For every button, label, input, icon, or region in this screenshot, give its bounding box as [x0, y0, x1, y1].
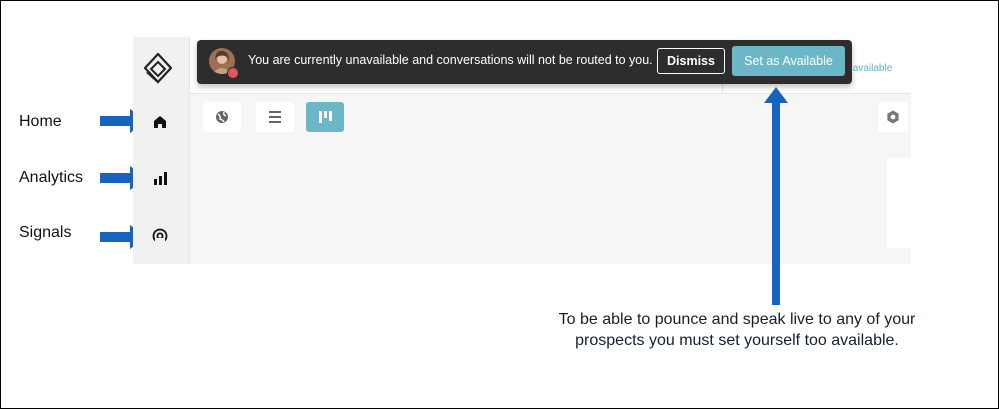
set-as-available-button[interactable]: Set as Available	[732, 46, 845, 76]
app-logo-icon[interactable]	[144, 53, 172, 85]
globe-view-button[interactable]	[203, 102, 241, 132]
list-view-button[interactable]	[256, 102, 294, 132]
banner-message: You are currently unavailable and conver…	[248, 53, 653, 67]
side-panel-edge	[887, 158, 911, 248]
signals-icon[interactable]	[150, 226, 170, 246]
analytics-icon[interactable]	[150, 168, 170, 188]
availability-banner: You are currently unavailable and conver…	[197, 40, 852, 84]
annotation-label-home: Home	[19, 113, 62, 130]
settings-gear-icon	[887, 110, 899, 124]
settings-button[interactable]	[878, 102, 908, 132]
instruction-caption: To be able to pounce and speak live to a…	[558, 311, 916, 349]
globe-view-icon	[216, 111, 228, 123]
annotation-label-signals: Signals	[19, 224, 72, 241]
sidebar	[133, 37, 190, 264]
list-view-icon	[269, 111, 281, 123]
dismiss-button[interactable]: Dismiss	[657, 48, 725, 74]
arrow-to-set-available	[764, 87, 788, 305]
unavailable-status-dot	[227, 67, 239, 79]
board-view-icon	[319, 111, 332, 123]
home-icon[interactable]	[150, 112, 170, 132]
annotation-label-analytics: Analytics	[19, 169, 84, 186]
availability-status-text[interactable]: s available	[845, 63, 892, 74]
board-view-button[interactable]	[306, 102, 344, 132]
